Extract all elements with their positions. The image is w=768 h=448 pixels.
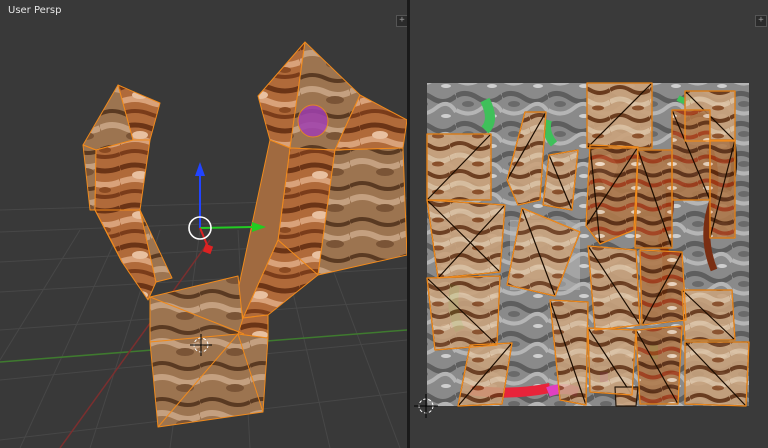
magenta-spot: [297, 104, 329, 138]
corner-plus-icon[interactable]: +: [755, 15, 767, 27]
gizmo-x-arrow-icon[interactable]: [202, 243, 214, 255]
gizmo-z-arrow-icon[interactable]: [195, 162, 205, 176]
mesh-object[interactable]: [82, 41, 407, 428]
uv-image-editor[interactable]: +: [410, 0, 768, 448]
viewport-canvas[interactable]: [0, 0, 407, 448]
view-label: User Persp: [8, 5, 62, 16]
blender-window: User Persp + +: [0, 0, 768, 448]
uv-canvas[interactable]: [410, 0, 768, 448]
3d-viewport[interactable]: User Persp +: [0, 0, 407, 448]
corner-plus-icon[interactable]: +: [396, 15, 407, 27]
